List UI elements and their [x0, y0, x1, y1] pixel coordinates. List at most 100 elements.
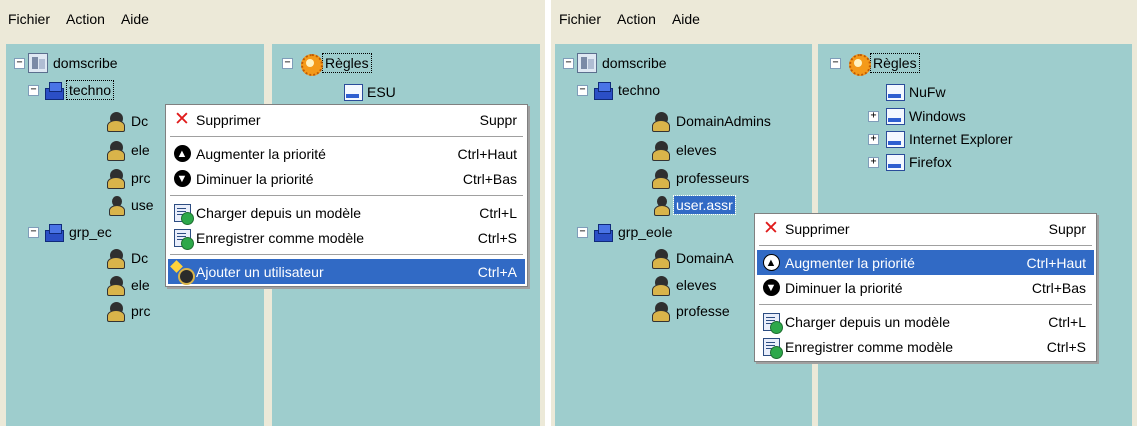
rule-icon: [342, 82, 363, 102]
tree-node-usergroup[interactable]: eleves: [651, 139, 718, 161]
menu-separator: [759, 304, 1092, 305]
menu-fichier[interactable]: Fichier: [559, 11, 601, 27]
menu-item-delete[interactable]: ✕ Supprimer Suppr: [757, 216, 1094, 241]
users-icon: [106, 248, 126, 269]
tree-node-usergroup[interactable]: prc: [106, 167, 152, 189]
users-icon: [651, 168, 671, 189]
menu-action[interactable]: Action: [66, 11, 105, 27]
delete-icon: ✕: [763, 217, 779, 239]
menu-aide[interactable]: Aide: [121, 11, 149, 27]
domain-icon: [28, 53, 48, 73]
menu-separator: [170, 195, 523, 196]
menu-item-delete[interactable]: ✕ Supprimer Suppr: [168, 107, 525, 132]
save-template-icon: [173, 228, 194, 250]
add-user-icon: [172, 262, 195, 285]
rules-icon: [848, 53, 871, 76]
context-menu: ✕ Supprimer Suppr ▲ Augmenter la priorit…: [754, 213, 1097, 362]
collapse-toggle[interactable]: −: [14, 58, 25, 69]
expand-toggle[interactable]: +: [868, 157, 879, 168]
tree-node-rule[interactable]: Windows: [884, 105, 968, 127]
tree-node-user[interactable]: use: [106, 194, 156, 216]
tree-node-rule[interactable]: Firefox: [884, 151, 954, 173]
rules-icon: [300, 53, 323, 76]
menu-item-load-template[interactable]: Charger depuis un modèle Ctrl+L: [168, 200, 525, 225]
users-icon: [651, 140, 671, 161]
arrow-down-icon: ▼: [762, 279, 780, 296]
users-icon: [106, 111, 126, 132]
tree-node-domain[interactable]: domscribe: [577, 52, 669, 74]
load-template-icon: [173, 203, 194, 225]
menu-item-decrease-priority[interactable]: ▼ Diminuer la priorité Ctrl+Bas: [757, 275, 1094, 300]
collapse-toggle[interactable]: −: [28, 227, 39, 238]
menu-item-increase-priority[interactable]: ▲ Augmenter la priorité Ctrl+Haut: [168, 141, 525, 166]
menu-bar: Fichier Action Aide: [551, 0, 1137, 38]
group-icon: [593, 222, 613, 242]
rule-icon: [884, 152, 905, 172]
user-icon: [651, 195, 671, 216]
collapse-toggle[interactable]: −: [577, 85, 588, 96]
menu-item-load-template[interactable]: Charger depuis un modèle Ctrl+L: [757, 309, 1094, 334]
users-icon: [106, 168, 126, 189]
left-window: Fichier Action Aide − domscribe − techno…: [0, 0, 545, 426]
menu-fichier[interactable]: Fichier: [8, 11, 50, 27]
expand-toggle[interactable]: +: [868, 134, 879, 145]
tree-node-user[interactable]: user.assr: [651, 194, 736, 216]
tree-node-usergroup[interactable]: ele: [106, 139, 152, 161]
menu-item-save-template[interactable]: Enregistrer comme modèle Ctrl+S: [168, 225, 525, 250]
collapse-toggle[interactable]: −: [577, 227, 588, 238]
delete-icon: ✕: [174, 108, 190, 130]
tree-node-rule[interactable]: NuFw: [884, 81, 948, 103]
tree-node-usergroup[interactable]: Dc: [106, 110, 150, 132]
users-icon: [651, 275, 671, 296]
users-icon: [651, 248, 671, 269]
arrow-down-icon: ▼: [173, 170, 191, 187]
collapse-toggle[interactable]: −: [282, 58, 293, 69]
menu-bar: Fichier Action Aide: [0, 0, 545, 38]
tree-node-rules[interactable]: Règles: [300, 52, 372, 76]
menu-item-increase-priority[interactable]: ▲ Augmenter la priorité Ctrl+Haut: [757, 250, 1094, 275]
tree-node-usergroup[interactable]: professeurs: [651, 167, 751, 189]
arrow-up-icon: ▲: [762, 254, 780, 271]
tree-node-usergroup[interactable]: DomainA: [651, 247, 736, 269]
tree-node-group[interactable]: techno: [593, 79, 662, 101]
users-icon: [651, 301, 671, 322]
menu-separator: [759, 245, 1092, 246]
collapse-toggle[interactable]: −: [563, 58, 574, 69]
menu-separator: [170, 254, 523, 255]
tree-node-rule[interactable]: Internet Explorer: [884, 128, 1015, 150]
tree-node-group[interactable]: grp_eole: [593, 221, 675, 243]
menu-item-decrease-priority[interactable]: ▼ Diminuer la priorité Ctrl+Bas: [168, 166, 525, 191]
right-window: Fichier Action Aide − domscribe − techno…: [551, 0, 1137, 426]
tree-node-group[interactable]: grp_ec: [44, 221, 114, 243]
tree-node-rules[interactable]: Règles: [848, 52, 920, 76]
menu-action[interactable]: Action: [617, 11, 656, 27]
domain-icon: [577, 53, 597, 73]
users-icon: [651, 111, 671, 132]
save-template-icon: [762, 337, 783, 359]
rule-icon: [884, 106, 905, 126]
tree-node-usergroup[interactable]: prc: [106, 300, 152, 322]
rule-icon: [884, 129, 905, 149]
menu-aide[interactable]: Aide: [672, 11, 700, 27]
tree-node-usergroup[interactable]: professe: [651, 300, 732, 322]
tree-node-usergroup[interactable]: eleves: [651, 274, 718, 296]
load-template-icon: [762, 312, 783, 334]
tree-node-usergroup[interactable]: DomainAdmins: [651, 110, 773, 132]
group-icon: [44, 80, 64, 100]
context-menu: ✕ Supprimer Suppr ▲ Augmenter la priorit…: [165, 104, 528, 287]
users-icon: [106, 275, 126, 296]
menu-item-save-template[interactable]: Enregistrer comme modèle Ctrl+S: [757, 334, 1094, 359]
tree-node-rule[interactable]: ESU: [342, 81, 398, 103]
collapse-toggle[interactable]: −: [830, 58, 841, 69]
tree-node-group[interactable]: techno: [44, 79, 115, 101]
arrow-up-icon: ▲: [173, 145, 191, 162]
tree-node-domain[interactable]: domscribe: [28, 52, 120, 74]
tree-node-usergroup[interactable]: Dc: [106, 247, 150, 269]
group-icon: [44, 222, 64, 242]
tree-node-usergroup[interactable]: ele: [106, 274, 152, 296]
expand-toggle[interactable]: +: [868, 111, 879, 122]
user-icon: [106, 195, 126, 216]
rule-icon: [884, 82, 905, 102]
menu-item-add-user[interactable]: Ajouter un utilisateur Ctrl+A: [168, 259, 525, 285]
collapse-toggle[interactable]: −: [28, 85, 39, 96]
